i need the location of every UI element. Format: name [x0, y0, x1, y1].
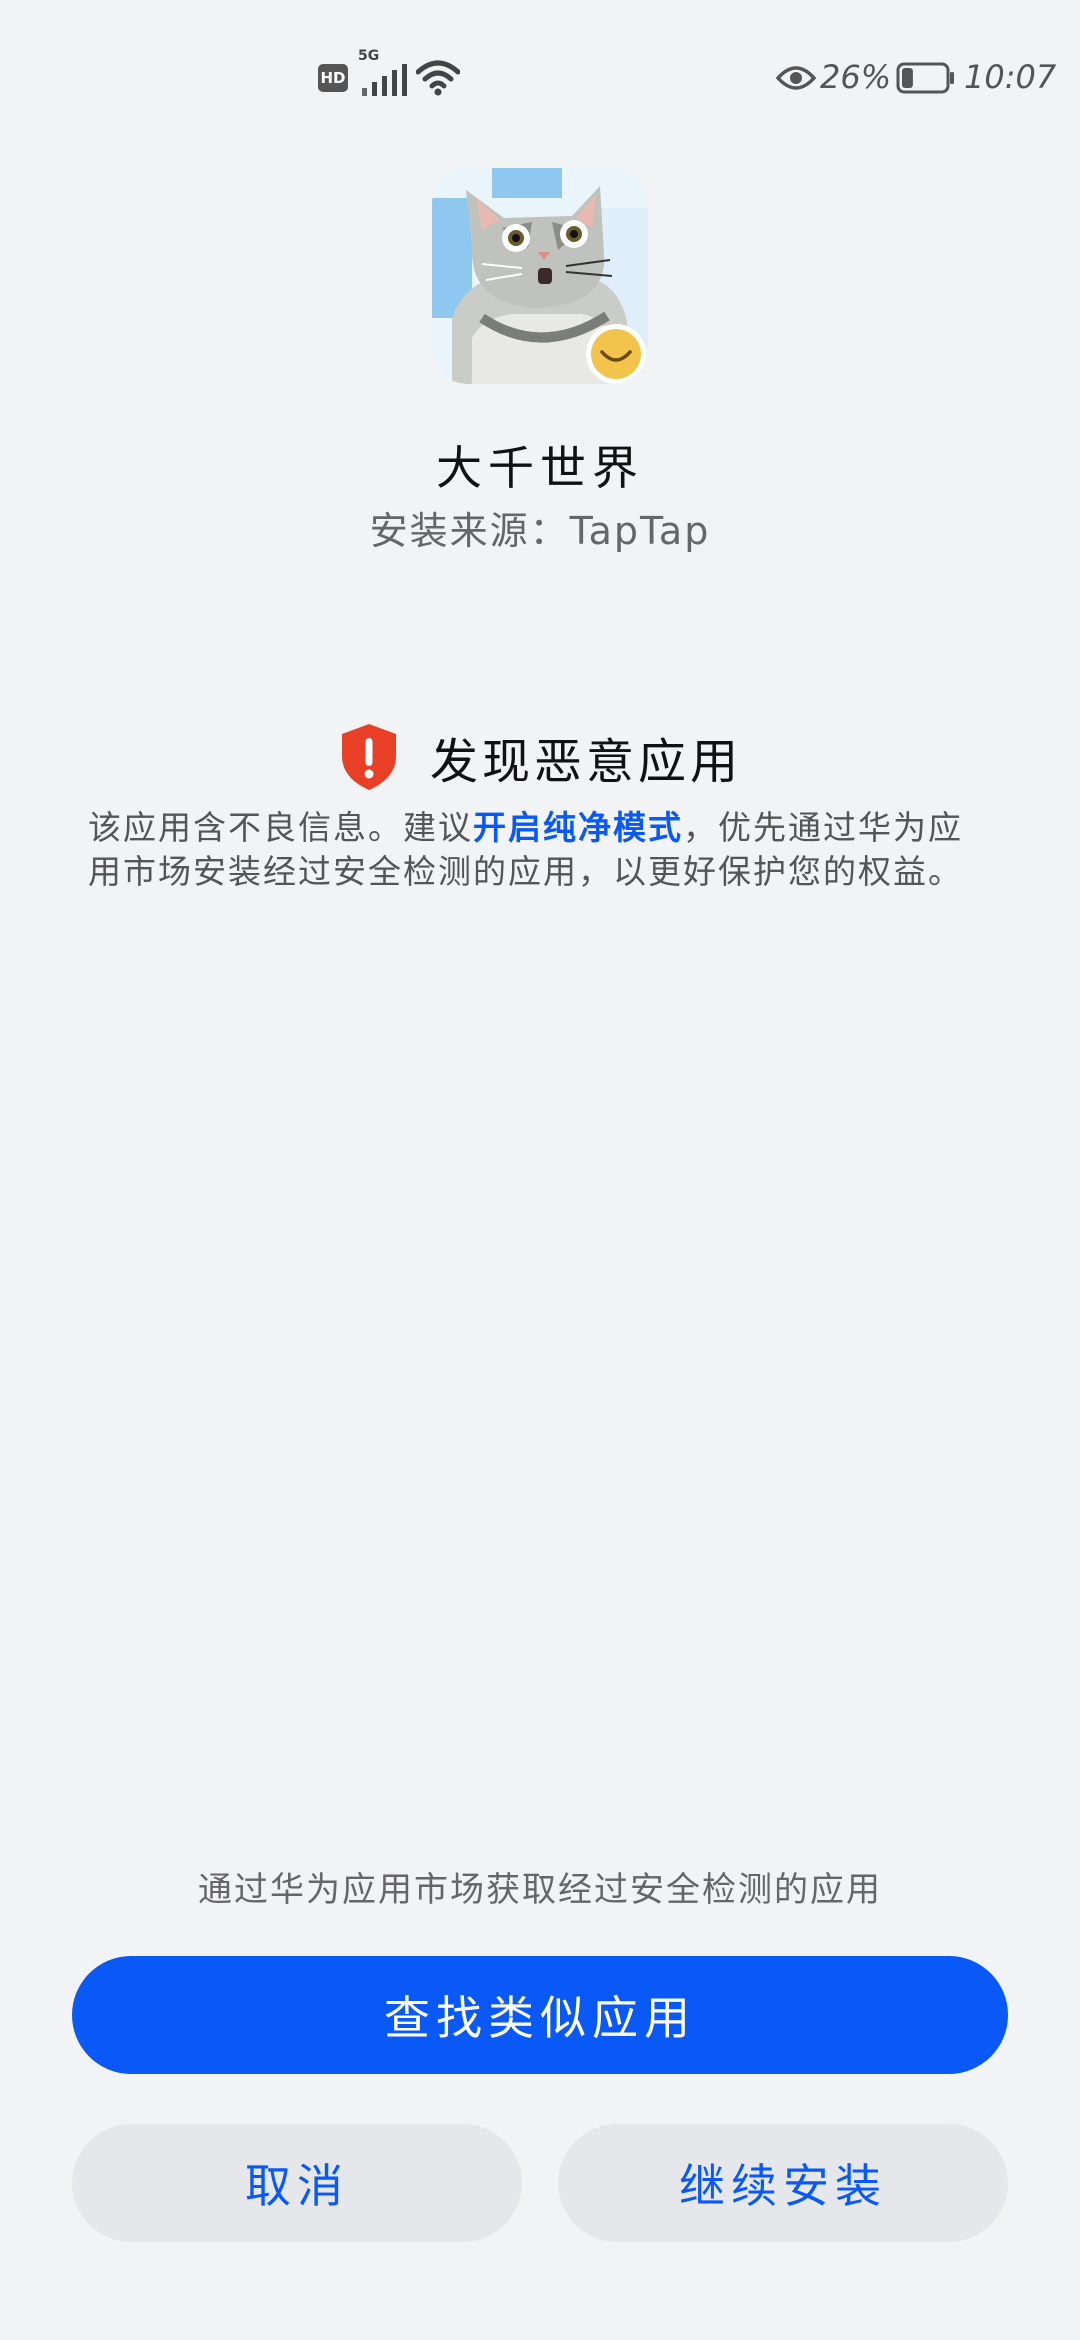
pixel-cat-icon — [432, 168, 648, 384]
battery-percent: 26% — [820, 58, 892, 96]
app-name: 大千世界 — [436, 441, 644, 495]
warning-header: 发现恶意应用 — [0, 722, 1080, 792]
cancel-button[interactable]: 取消 — [72, 2124, 522, 2242]
shield-alert-icon — [341, 724, 396, 790]
pure-mode-link[interactable]: 开启纯净模式 — [473, 808, 683, 847]
signal-icon — [362, 64, 407, 96]
find-similar-apps-button[interactable]: 查找类似应用 — [72, 1956, 1008, 2074]
status-bar: HD 5G 26% 10:07 — [0, 48, 1080, 102]
warning-desc-text: 该应用含不良信息。建议 — [88, 808, 473, 847]
eye-comfort-icon — [776, 66, 816, 90]
hd-badge: HD — [318, 64, 348, 92]
warning-description: 该应用含不良信息。建议开启纯净模式，优先通过华为应用市场安装经过安全检测的应用，… — [88, 806, 992, 894]
warning-title: 发现恶意应用 — [429, 734, 742, 790]
market-hint: 通过华为应用市场获取经过安全检测的应用 — [198, 1870, 882, 1910]
battery-icon — [896, 62, 954, 94]
continue-install-button[interactable]: 继续安装 — [558, 2124, 1008, 2242]
install-source: 安装来源：TapTap — [369, 509, 711, 553]
battery-fill — [902, 68, 913, 88]
install-warning-screen: HD 5G 26% 10:07 大千世界 安装来源：TapTap 发现恶意应用 … — [0, 0, 1080, 2340]
wifi-icon — [416, 60, 460, 96]
clock: 10:07 — [964, 58, 1057, 96]
